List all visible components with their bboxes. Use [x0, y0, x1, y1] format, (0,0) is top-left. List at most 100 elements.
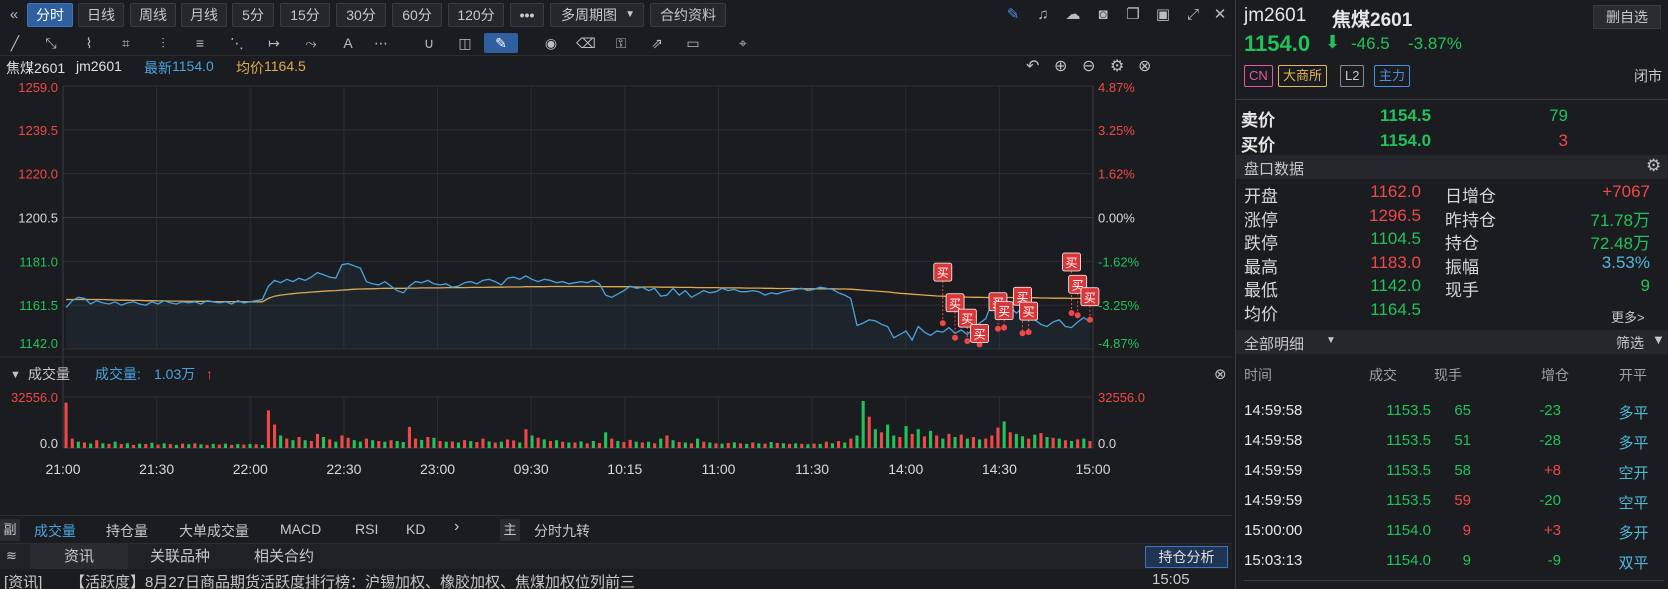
ruler-icon[interactable]: ⌖: [732, 33, 754, 53]
fullscreen-icon[interactable]: ⤢: [1183, 5, 1203, 25]
stat-label: 均价: [1244, 304, 1278, 324]
zoom-in-icon[interactable]: ⊕: [1054, 56, 1067, 76]
chart-close-icon[interactable]: ⊗: [1138, 56, 1151, 76]
magnet-icon[interactable]: ∪: [418, 33, 440, 53]
detail-title[interactable]: 全部明细: [1244, 333, 1304, 354]
measure-tool-icon[interactable]: ↦: [263, 33, 285, 53]
more-tools-icon[interactable]: ⋯: [370, 33, 392, 53]
period-button-30min[interactable]: 30分: [336, 3, 386, 27]
news-tag: [资讯]: [4, 574, 43, 589]
trade-row[interactable]: 15:03:13 1154.0 9 -9 双平: [1236, 546, 1668, 576]
section-title: 盘口数据: [1244, 161, 1305, 178]
ray-tool-icon[interactable]: ⤡: [40, 33, 62, 53]
camera-icon[interactable]: ◙: [1093, 5, 1113, 25]
subtab-rsi[interactable]: RSI: [355, 521, 378, 537]
intraday-chart[interactable]: 1259.0 1239.5 1220.0 1200.5 1181.0 1161.5 1142…: [0, 80, 1232, 515]
share-icon[interactable]: ⇗: [646, 33, 668, 53]
volume-bar: [1027, 438, 1031, 448]
subtab-large-orders[interactable]: 大单成交量: [179, 521, 249, 541]
section-settings-icon[interactable]: ⚙: [1646, 156, 1661, 176]
monitor-icon[interactable]: ▣: [1153, 5, 1173, 25]
filter-icon[interactable]: ▼: [1652, 332, 1665, 347]
subtab-volume[interactable]: 成交量: [34, 521, 76, 541]
more-periods-button[interactable]: •••: [510, 3, 544, 27]
chart-header: 焦煤2601 jm2601 最新 1154.0 均价 1164.5 ↶ ⊕ ⊖ …: [0, 56, 1232, 80]
volume-bar: [334, 441, 338, 448]
undo-icon[interactable]: ↶: [1026, 56, 1039, 76]
collapse-left-icon[interactable]: «: [4, 5, 24, 25]
period-button-fenshi[interactable]: 分时: [27, 3, 73, 27]
buy-marker-dot: [994, 325, 1001, 332]
layers-icon[interactable]: ◫: [454, 33, 476, 53]
copy-icon[interactable]: ❐: [1123, 5, 1143, 25]
avg-label: 均价: [236, 60, 264, 76]
zoom-out-icon[interactable]: ⊖: [1082, 56, 1095, 76]
comment-icon[interactable]: ▭: [682, 33, 704, 53]
volume-bar: [824, 441, 828, 448]
remove-watchlist-button[interactable]: 删自选: [1593, 5, 1661, 29]
crop-tool-icon[interactable]: ⌗: [115, 33, 137, 53]
period-button-weekly[interactable]: 周线: [130, 3, 176, 27]
channel-tool-icon[interactable]: ⫶: [152, 33, 174, 53]
settings-icon[interactable]: ⚙: [1110, 56, 1124, 76]
position-analysis-button[interactable]: 持仓分析: [1145, 546, 1228, 568]
close-icon[interactable]: ✕: [1210, 5, 1230, 25]
volume-bar: [597, 443, 601, 448]
trade-row[interactable]: 14:59:58 1153.5 51 -28 多平: [1236, 426, 1668, 456]
collapse-info-icon[interactable]: ≋: [6, 548, 17, 564]
period-button-daily[interactable]: 日线: [78, 3, 124, 27]
period-button-60min[interactable]: 60分: [392, 3, 442, 27]
period-button-monthly[interactable]: 月线: [181, 3, 227, 27]
volume-bar: [671, 440, 675, 448]
trash-icon[interactable]: ⌫: [575, 33, 597, 53]
bell-icon[interactable]: ♫: [1033, 5, 1053, 25]
period-button-120min[interactable]: 120分: [448, 3, 504, 27]
tab-related-products[interactable]: 关联品种: [128, 544, 232, 569]
period-button-5min[interactable]: 5分: [232, 3, 274, 27]
subtab-kd[interactable]: KD: [406, 521, 425, 537]
subtab-macd[interactable]: MACD: [280, 521, 321, 537]
cloud-icon[interactable]: ☁: [1063, 5, 1083, 25]
volume-close-icon[interactable]: ⊗: [1214, 366, 1227, 383]
line-tool-icon[interactable]: ╱: [4, 33, 26, 53]
pattern-tool-icon[interactable]: ⤳: [300, 33, 322, 53]
pen-icon[interactable]: ✎: [1003, 5, 1023, 25]
gann-tool-icon[interactable]: ⋱: [226, 33, 248, 53]
trade-row[interactable]: 15:00:00 1154.0 9 +3 多开: [1236, 516, 1668, 546]
polyline-tool-icon[interactable]: ⌇: [78, 33, 100, 53]
tab-news[interactable]: 资讯: [30, 544, 128, 569]
volume-bar: [524, 429, 528, 448]
volume-bar: [211, 443, 215, 448]
lock-icon[interactable]: ⚿: [610, 33, 632, 53]
volume-bar: [634, 441, 638, 448]
multi-period-dropdown[interactable]: 多周期图 ▼: [550, 3, 644, 27]
volume-bar: [315, 433, 319, 448]
chevron-right-icon[interactable]: ›: [454, 518, 459, 536]
main-indicator-jiuzhuan[interactable]: 分时九转: [534, 521, 590, 541]
news-headline[interactable]: 【活跃度】8月27日商品期货活跃度排行榜：沪锡加权、橡胶加权、焦煤加权位列前三: [70, 571, 635, 589]
text-tool-icon[interactable]: A: [337, 33, 359, 53]
tab-related-contracts[interactable]: 相关合约: [232, 544, 336, 569]
eye-icon[interactable]: ◉: [540, 33, 562, 53]
volume-collapse-icon[interactable]: ▼: [10, 369, 21, 381]
volume-bar: [726, 443, 730, 448]
detail-dropdown-icon[interactable]: ▼: [1326, 335, 1336, 346]
time-tick: 15:00: [1075, 461, 1110, 477]
trade-type: 双平: [1618, 555, 1649, 572]
more-link[interactable]: 更多>: [1611, 307, 1645, 326]
filter-label[interactable]: 筛选: [1616, 333, 1644, 353]
indicator-tabs: 副 成交量 持仓量 大单成交量 MACD RSI KD › 主 分时九转: [0, 515, 1232, 543]
trade-volume: 65: [1454, 402, 1471, 419]
contract-info-button[interactable]: 合约资料: [650, 3, 726, 27]
stat-value: 1296.5: [1369, 205, 1421, 225]
trade-row[interactable]: 14:59:58 1153.5 65 -23 多平: [1236, 396, 1668, 426]
trade-row[interactable]: 14:59:59 1153.5 58 +8 空开: [1236, 456, 1668, 486]
draw-mode-icon[interactable]: ✎: [484, 33, 518, 53]
time-tick: 21:30: [139, 461, 174, 477]
volume-bar: [555, 440, 559, 448]
volume-bar: [1002, 421, 1006, 448]
period-button-15min[interactable]: 15分: [280, 3, 330, 27]
fibonacci-tool-icon[interactable]: ≡: [189, 33, 211, 53]
trade-row[interactable]: 14:59:59 1153.5 59 -20 空平: [1236, 486, 1668, 516]
subtab-open-interest[interactable]: 持仓量: [106, 521, 148, 541]
